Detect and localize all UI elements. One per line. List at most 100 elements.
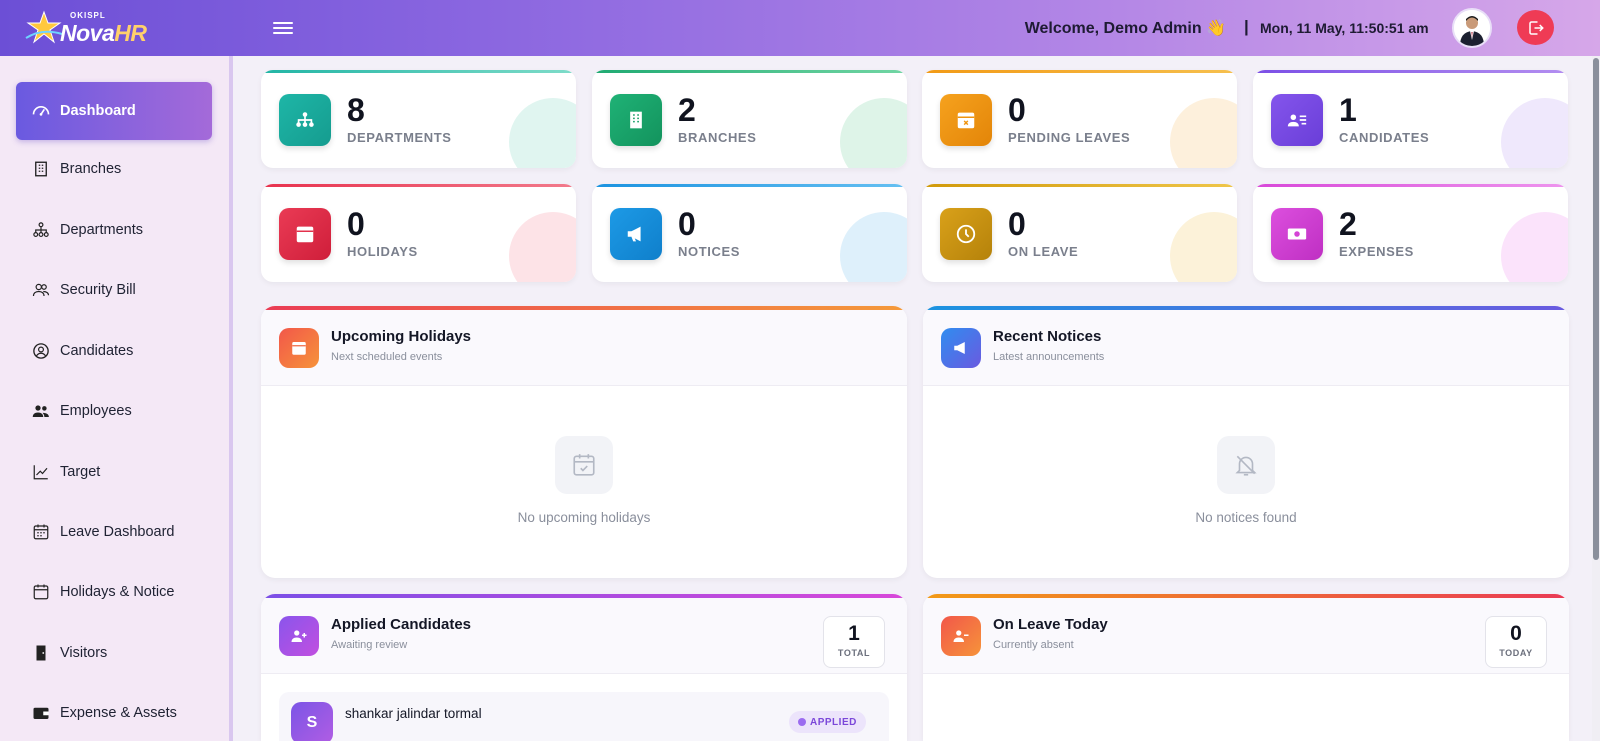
sidebar-item-label: Holidays & Notice	[60, 584, 175, 600]
empty-state-text: No notices found	[1195, 510, 1297, 525]
clock-icon	[940, 208, 992, 260]
stat-card-candidates[interactable]: 1 CANDIDATES	[1253, 70, 1568, 168]
count-value: 0	[1510, 622, 1522, 645]
logo-text: NovaHR	[60, 20, 147, 47]
logo-accent-text: HR	[114, 20, 147, 46]
stat-value: 0	[678, 206, 696, 242]
trend-icon	[30, 461, 52, 483]
stat-label: HOLIDAYS	[347, 244, 418, 259]
panel-subtitle: Currently absent	[993, 639, 1074, 651]
panel-title: Upcoming Holidays	[331, 328, 472, 345]
status-badge-label: APPLIED	[810, 716, 857, 728]
sidebar-item-label: Visitors	[60, 645, 108, 661]
sidebar-item-label: Departments	[60, 222, 144, 238]
menu-toggle-icon[interactable]	[273, 19, 293, 37]
empty-state-text: No upcoming holidays	[517, 510, 651, 525]
count-value: 1	[848, 622, 860, 645]
stat-card-departments[interactable]: 8 DEPARTMENTS	[261, 70, 576, 168]
stat-card-expenses[interactable]: 2 EXPENSES	[1253, 184, 1568, 282]
sidebar-item-label: Expense & Assets	[60, 705, 177, 721]
sidebar-item-branches[interactable]: Branches	[16, 140, 212, 198]
upcoming-holidays-panel: Upcoming Holidays Next scheduled events …	[261, 306, 907, 578]
building-icon	[610, 94, 662, 146]
door-icon	[30, 642, 52, 664]
sidebar-item-employees[interactable]: Employees	[16, 382, 212, 440]
panel-subtitle: Latest announcements	[993, 351, 1105, 363]
user-avatar[interactable]	[1452, 8, 1492, 48]
stat-value: 1	[1339, 92, 1357, 128]
sidebar-item-label: Dashboard	[60, 103, 136, 119]
sidebar-item-security-bill[interactable]: Security Bill	[16, 261, 212, 319]
stat-label: NOTICES	[678, 244, 740, 259]
sidebar-item-label: Candidates	[60, 343, 134, 359]
sitemap-icon	[279, 94, 331, 146]
count-label: TODAY	[1499, 648, 1533, 658]
sitemap-icon	[30, 219, 52, 241]
user-circle-icon	[30, 340, 52, 362]
logo-small-text: OKISPL	[70, 11, 106, 20]
stat-label: CANDIDATES	[1339, 130, 1430, 145]
calendar-icon	[30, 581, 52, 603]
gauge-icon	[30, 100, 52, 122]
sidebar-item-visitors[interactable]: Visitors	[16, 624, 212, 682]
bell-off-icon	[1217, 436, 1275, 494]
sidebar-item-label: Employees	[60, 403, 132, 419]
stat-value: 0	[1008, 92, 1026, 128]
panel-subtitle: Next scheduled events	[331, 351, 443, 363]
calendar-icon	[279, 208, 331, 260]
user-minus-icon	[941, 616, 981, 656]
logout-button[interactable]	[1517, 10, 1554, 45]
logout-icon	[1528, 20, 1544, 35]
top-header: OKISPL NovaHR Welcome, Demo Admin 👋 | Mo…	[0, 0, 1600, 56]
money-icon	[1271, 208, 1323, 260]
sidebar-item-expense-assets[interactable]: Expense & Assets	[16, 684, 212, 741]
datetime-text: Mon, 11 May, 11:50:51 am	[1260, 20, 1429, 36]
scrollbar-thumb[interactable]	[1593, 58, 1599, 560]
page-scrollbar[interactable]	[1592, 56, 1600, 741]
stat-label: DEPARTMENTS	[347, 130, 452, 145]
sidebar-item-target[interactable]: Target	[16, 443, 212, 501]
sidebar-item-label: Target	[60, 464, 101, 480]
stat-label: ON LEAVE	[1008, 244, 1079, 259]
calendar-icon	[279, 328, 319, 368]
megaphone-icon	[610, 208, 662, 260]
sidebar-item-candidates[interactable]: Candidates	[16, 322, 212, 380]
count-label: TOTAL	[837, 648, 871, 658]
stat-label: EXPENSES	[1339, 244, 1414, 259]
on-leave-today-panel: On Leave Today Currently absent 0 TODAY	[923, 594, 1569, 741]
stat-value: 8	[347, 92, 365, 128]
sidebar-item-leave-dashboard[interactable]: Leave Dashboard	[16, 503, 212, 561]
welcome-text: Welcome, Demo Admin 👋	[1024, 20, 1226, 37]
panel-subtitle: Awaiting review	[331, 639, 408, 651]
sidebar-item-label: Leave Dashboard	[60, 524, 175, 540]
avatar: S	[291, 702, 333, 741]
stat-card-holidays[interactable]: 0 HOLIDAYS	[261, 184, 576, 282]
stat-label: BRANCHES	[678, 130, 757, 145]
app-logo[interactable]: OKISPL NovaHR	[24, 8, 154, 48]
stat-card-on-leave[interactable]: 0 ON LEAVE	[922, 184, 1237, 282]
users-icon	[30, 279, 52, 301]
stat-card-notices[interactable]: 0 NOTICES	[592, 184, 907, 282]
megaphone-icon	[941, 328, 981, 368]
calendar-x-icon	[940, 94, 992, 146]
stat-value: 0	[1008, 206, 1026, 242]
logo-main-text: Nova	[60, 20, 115, 46]
stat-card-branches[interactable]: 2 BRANCHES	[592, 70, 907, 168]
sidebar-item-holidays-notice[interactable]: Holidays & Notice	[16, 563, 212, 621]
calendar-check-icon	[555, 436, 613, 494]
sidebar-item-dashboard[interactable]: Dashboard	[16, 82, 212, 140]
wallet-icon	[30, 702, 52, 724]
star-logo-icon	[25, 10, 63, 44]
applied-candidates-panel: Applied Candidates Awaiting review 1 TOT…	[261, 594, 907, 741]
recent-notices-panel: Recent Notices Latest announcements No n…	[923, 306, 1569, 578]
user-plus-icon	[279, 616, 319, 656]
stat-card-pending-leaves[interactable]: 0 PENDING LEAVES	[922, 70, 1237, 168]
list-item[interactable]: S shankar jalindar tormal APPLIED	[279, 692, 889, 741]
stat-value: 2	[1339, 206, 1357, 242]
id-card-icon	[1271, 94, 1323, 146]
sidebar-item-label: Security Bill	[60, 282, 136, 298]
sidebar-item-departments[interactable]: Departments	[16, 201, 212, 259]
user-group-icon	[30, 400, 52, 422]
sidebar: Dashboard Branches Departments Security …	[0, 56, 233, 741]
panel-title: Applied Candidates	[331, 616, 472, 633]
